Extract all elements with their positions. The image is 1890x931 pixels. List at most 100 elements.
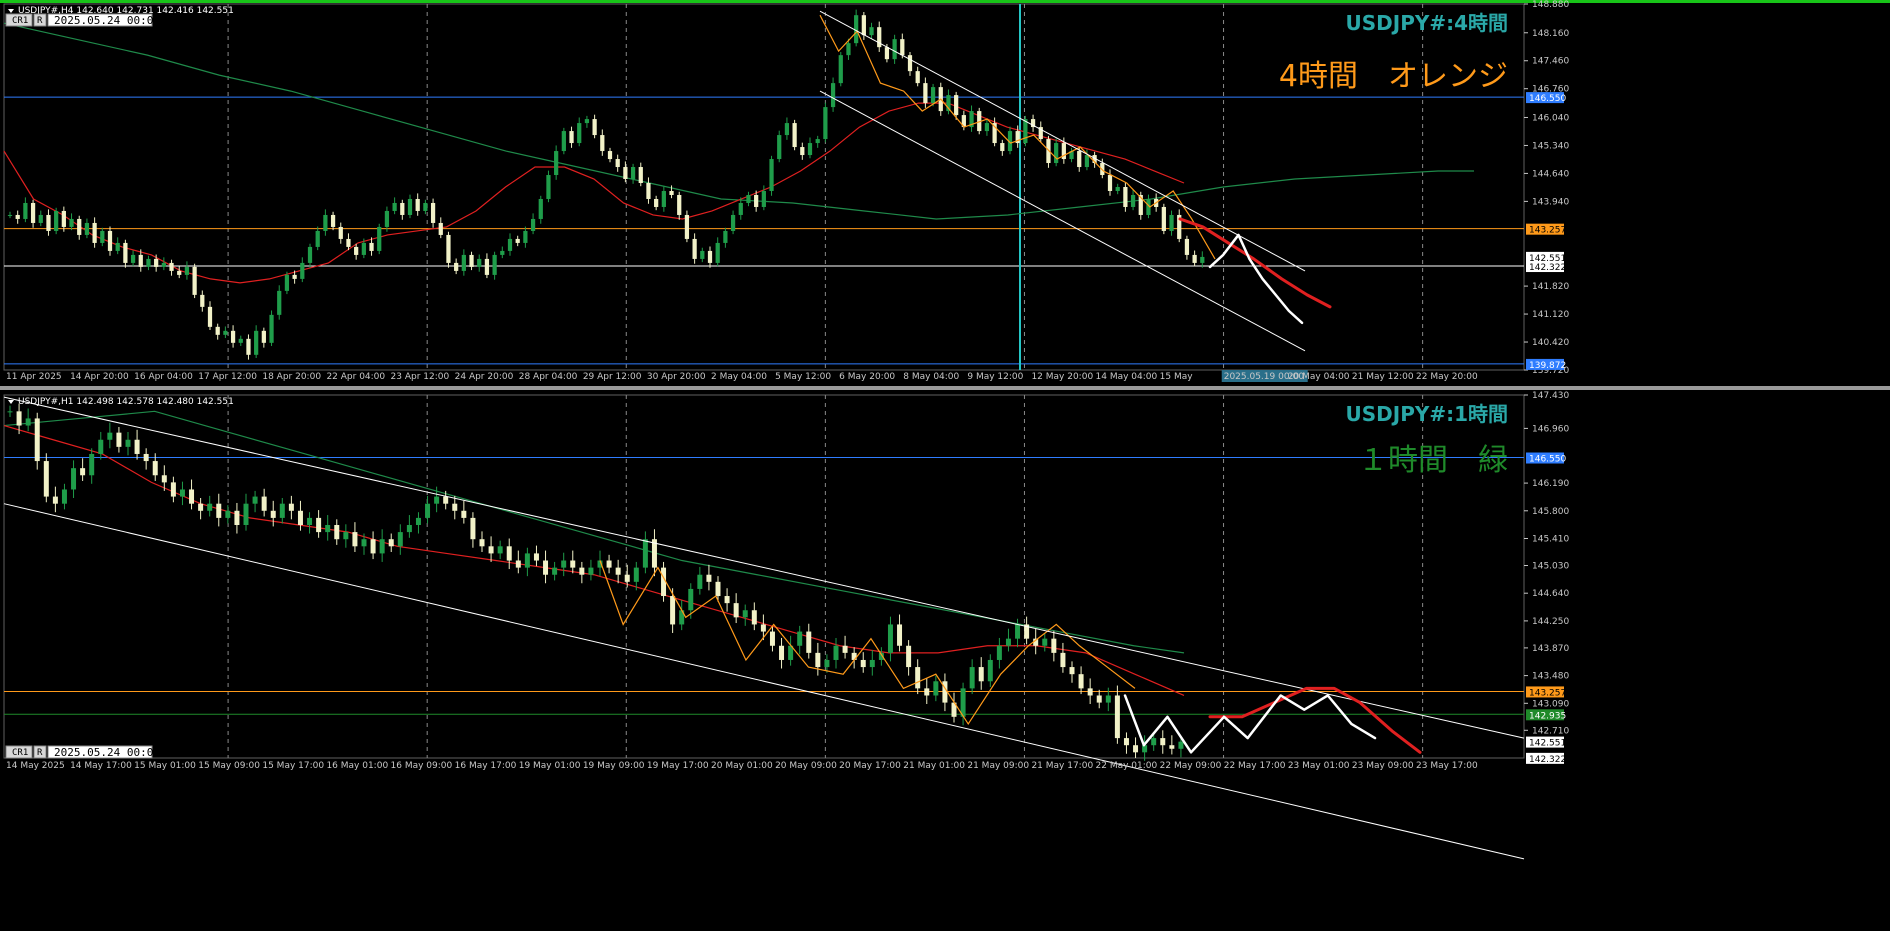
collapse-triangle-icon[interactable]: [8, 9, 14, 13]
candle-body: [978, 667, 984, 682]
candle-body: [184, 266, 190, 275]
forecast-red-path[interactable]: [1208, 686, 1422, 754]
candle-body: [615, 159, 620, 168]
candle-body: [1114, 695, 1120, 739]
candle-body: [316, 517, 322, 533]
annotation-note: １時間 緑: [1358, 443, 1508, 478]
chart-panel-h1[interactable]: USDJPY#,H1 142.498 142.578 142.480 142.5…: [3, 391, 1569, 860]
candle-body: [600, 135, 605, 152]
candle-body: [697, 574, 703, 589]
candle-body: [488, 546, 494, 554]
candle-body: [824, 659, 830, 668]
candle-body: [330, 214, 336, 227]
candle-body: [807, 143, 813, 156]
candle-body: [730, 214, 736, 231]
candle-body: [1133, 745, 1139, 753]
candle-body: [461, 510, 467, 518]
candle-body: [524, 553, 530, 568]
y-tick-label: 146.190: [1532, 479, 1569, 489]
x-tick-label: 16 May 17:00: [455, 761, 517, 771]
candle-body: [700, 250, 705, 259]
candle-body: [1169, 745, 1175, 749]
candle-body: [746, 194, 751, 203]
candle-body: [1096, 695, 1102, 703]
candle-body: [579, 567, 585, 575]
x-tick-label: 9 May 12:00: [967, 372, 1023, 382]
candle-body: [207, 503, 213, 511]
x-tick-label: 15 May 17:00: [262, 761, 324, 771]
toolbar[interactable]: CR1 R 2025.05.24 00:00: [5, 745, 160, 759]
candle-body: [192, 266, 197, 295]
x-tick-label: 23 May 09:00: [1352, 761, 1414, 771]
chart-panel-h4[interactable]: USDJPY#,H4 142.640 142.731 142.416 142.5…: [3, 0, 1569, 382]
x-tick-label: 14 May 2025: [6, 761, 65, 771]
candle-body: [577, 123, 582, 144]
candle-body: [842, 645, 848, 653]
candle-body: [515, 560, 521, 568]
candle-body: [861, 15, 866, 36]
candle-body: [1161, 206, 1166, 231]
candle-body: [377, 226, 382, 251]
candle-body: [638, 167, 643, 184]
x-tick-label: 20 May 01:00: [711, 761, 773, 771]
candle-body: [507, 238, 513, 251]
candle-body: [851, 652, 857, 660]
x-tick-label: 30 Apr 20:00: [647, 372, 706, 382]
channel-upper-line[interactable]: [819, 10, 1306, 272]
x-tick-label: 14 May 04:00: [1096, 372, 1158, 382]
candle-body: [261, 330, 266, 343]
candle-body: [116, 432, 122, 447]
candle-body: [69, 218, 74, 227]
time-field-value: 2025.05.24 00:00: [54, 746, 160, 759]
candle-body: [7, 411, 13, 413]
candle-body: [434, 496, 440, 504]
candle-body: [479, 539, 485, 547]
candle-body: [43, 461, 49, 497]
candle-body: [492, 254, 497, 275]
x-tick-label: 5 May 12:00: [775, 372, 831, 382]
y-tick-label: 147.430: [1532, 391, 1569, 401]
candle-body: [777, 135, 782, 160]
panel-separator[interactable]: [0, 386, 1890, 390]
channel-upper-line[interactable]: [3, 396, 1525, 739]
candle-body: [207, 306, 213, 327]
price-tag-label: 142.935: [1529, 711, 1566, 721]
candle-body: [669, 190, 674, 195]
x-tick-label: 22 May 01:00: [1096, 761, 1158, 771]
y-axis: 147.430 146.960 146.190 145.800 145.410 145.0…: [1524, 391, 1569, 736]
candle-body: [1054, 143, 1059, 164]
y-tick-label: 145.340: [1532, 141, 1569, 151]
candle-body: [760, 624, 766, 632]
trading-chart-canvas[interactable]: USDJPY#,H4 142.640 142.731 142.416 142.5…: [0, 0, 1890, 931]
candle-body: [138, 254, 143, 267]
grid-lines: [227, 395, 1424, 758]
collapse-triangle-icon[interactable]: [8, 400, 14, 404]
candle-body: [189, 489, 195, 504]
candle-body: [71, 468, 77, 490]
candle-body: [797, 631, 803, 646]
x-tick-label: 21 May 01:00: [903, 761, 965, 771]
candle-body: [170, 482, 176, 497]
x-axis: 11 Apr 2025 14 Apr 20:00 16 Apr 04:00 17 Ap…: [6, 370, 1478, 382]
candle-body: [134, 439, 140, 454]
toolbar[interactable]: CR1 R 2025.05.24 00:00: [5, 13, 160, 27]
candle-body: [624, 574, 630, 582]
candle-body: [446, 234, 451, 263]
x-tick-label: 20 May 09:00: [775, 761, 837, 771]
candle-body: [470, 517, 476, 540]
price-tag-label: 146.550: [1529, 455, 1566, 465]
x-axis: 14 May 2025 14 May 17:00 15 May 01:00 15 Ma…: [6, 761, 1478, 771]
candle-body: [1077, 151, 1082, 168]
channel-lower-line[interactable]: [819, 90, 1306, 352]
candle-body: [670, 596, 676, 625]
candle-body: [1130, 194, 1136, 207]
candle-body: [500, 250, 505, 255]
candle-body: [52, 496, 58, 504]
candle-body: [984, 123, 990, 132]
candle-body: [954, 95, 959, 116]
candle-body: [30, 202, 36, 223]
channel-lower-line[interactable]: [3, 503, 1525, 860]
candle-body: [154, 258, 159, 267]
candle-body: [200, 294, 205, 307]
y-tick-label: 143.870: [1532, 644, 1569, 654]
